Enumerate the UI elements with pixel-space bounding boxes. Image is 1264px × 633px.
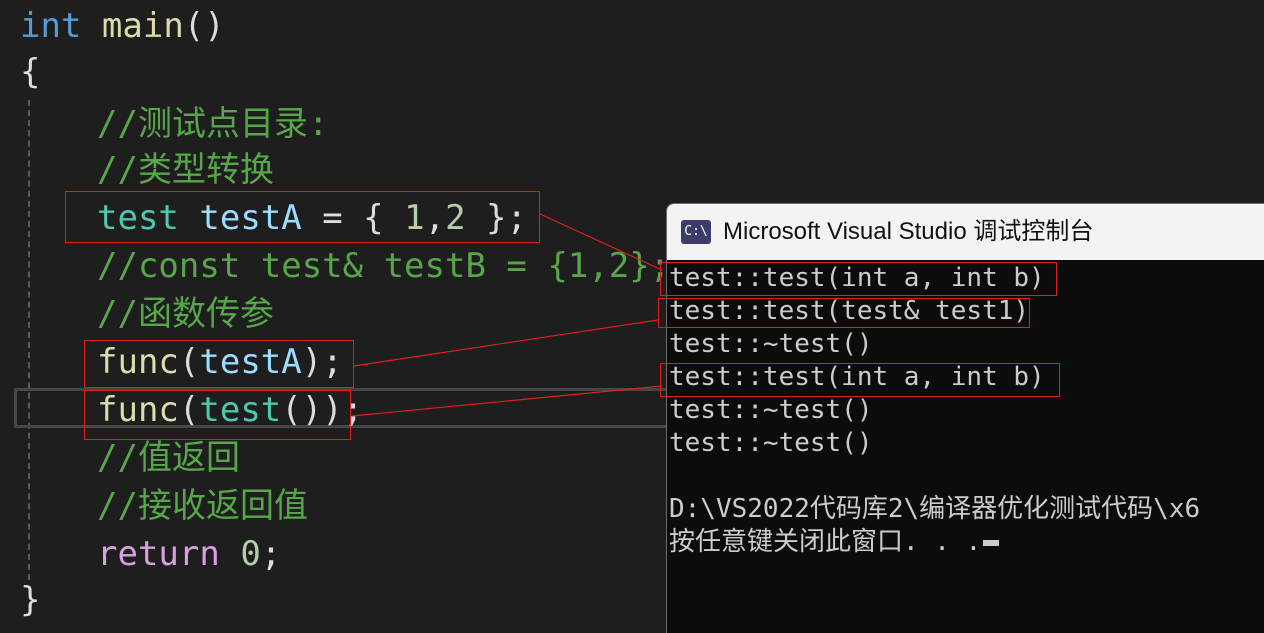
console-titlebar[interactable]: C:\ Microsoft Visual Studio 调试控制台: [667, 204, 1264, 260]
console-line-prompt: 按任意键关闭此窗口. . .: [669, 526, 1000, 559]
comment: //值返回: [97, 438, 240, 478]
console-title: Microsoft Visual Studio 调试控制台: [723, 218, 1094, 245]
comment: //类型转换: [97, 150, 274, 190]
keyword-int: int: [20, 6, 82, 46]
function-main: main: [101, 6, 184, 46]
annotation-box-console-copy: [658, 298, 1030, 328]
comment: //函数传参: [97, 294, 274, 334]
console-prompt-text: 按任意键关闭此窗口. . .: [669, 527, 982, 557]
annotation-box-console-ctor2: [660, 363, 1060, 397]
close-brace: }: [20, 580, 41, 620]
code-line-13[interactable]: }: [20, 576, 40, 624]
paren: (): [183, 6, 225, 46]
annotation-box-func-testA: [84, 340, 354, 388]
code-line-11[interactable]: //接收返回值: [97, 482, 308, 530]
annotation-box-testA-decl: [65, 191, 540, 243]
comment: //const test& testB = {1,2};: [97, 246, 671, 286]
console-line: test::~test(): [669, 428, 873, 458]
keyword-return: return: [97, 534, 220, 574]
punctuation: ;: [260, 534, 282, 574]
code-line-3[interactable]: //测试点目录:: [97, 100, 328, 148]
code-line-6[interactable]: //const test& testB = {1,2};: [97, 242, 670, 290]
code-line-10[interactable]: //值返回: [97, 434, 240, 482]
indent-guide: [28, 100, 30, 580]
code-line-7[interactable]: //函数传参: [97, 290, 274, 338]
console-line: D:\VS2022代码库2\编译器优化测试代码\x6: [669, 494, 1201, 524]
console-line: test::~test(): [669, 329, 873, 359]
comment: //接收返回值: [97, 486, 308, 526]
console-cursor: [983, 539, 1000, 546]
annotation-box-console-ctor: [660, 262, 1057, 296]
open-brace: {: [20, 52, 41, 92]
comment: //测试点目录:: [97, 104, 329, 144]
console-app-icon: C:\: [681, 220, 711, 244]
annotation-box-func-temp: [84, 390, 351, 440]
code-line-12[interactable]: return 0;: [97, 530, 281, 578]
number: 0: [240, 534, 261, 574]
console-line: test::~test(): [669, 395, 873, 425]
code-line-4[interactable]: //类型转换: [97, 146, 274, 194]
code-line-2[interactable]: {: [20, 48, 40, 96]
code-line-1[interactable]: int main(): [20, 2, 225, 50]
